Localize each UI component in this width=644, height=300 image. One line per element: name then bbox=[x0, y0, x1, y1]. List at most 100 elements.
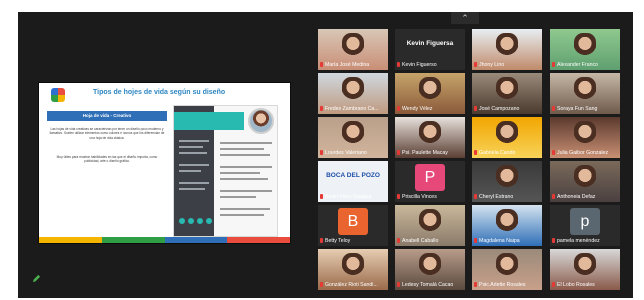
resume-text-line bbox=[220, 190, 272, 192]
participant-name: Julia Gaibor Gonzalez bbox=[552, 149, 619, 157]
muted-mic-icon bbox=[474, 62, 477, 67]
participant-tile[interactable]: Jhony Lino bbox=[472, 29, 542, 70]
resume-text-line bbox=[220, 142, 272, 144]
participant-tile[interactable]: Psic.Arlette Rosales bbox=[472, 249, 542, 290]
participant-video bbox=[419, 209, 441, 235]
participant-tile[interactable]: Magdalena Naipa bbox=[472, 205, 542, 246]
muted-mic-icon bbox=[320, 238, 323, 243]
participant-name: Soraya Fun Sang bbox=[552, 105, 619, 113]
participant-video bbox=[574, 165, 596, 191]
participant-tile[interactable]: p pamela menéndez bbox=[550, 205, 620, 246]
participant-name-text: Psi. Paulette Macay bbox=[402, 150, 448, 156]
muted-mic-icon bbox=[474, 150, 477, 155]
participant-tile[interactable]: B Betty Teloy bbox=[318, 205, 388, 246]
participant-name-text: Psic.Arlette Rosales bbox=[479, 282, 526, 288]
resume-example bbox=[173, 105, 278, 237]
participant-tile[interactable]: Gabriela Cando bbox=[472, 117, 542, 158]
participant-tile[interactable]: BOCA DEL POZO Kevin Piero Guagua bbox=[318, 161, 388, 202]
color-bar-segment bbox=[39, 237, 102, 243]
resume-text-line bbox=[179, 146, 203, 148]
zoom-window: ⌃ Tipos de hojes de vida según su diseño… bbox=[0, 0, 644, 300]
muted-mic-icon bbox=[474, 238, 477, 243]
participant-video bbox=[496, 121, 518, 147]
muted-mic-icon bbox=[397, 238, 400, 243]
participant-tile[interactable]: Anthoneia Defaz bbox=[550, 161, 620, 202]
participant-name: Priscilla Vinces bbox=[397, 193, 464, 201]
resume-text-line bbox=[220, 148, 264, 150]
pencil-icon[interactable] bbox=[32, 274, 41, 283]
participant-name-text: Betty Teloy bbox=[325, 238, 351, 244]
participant-name-text: Anthoneia Defaz bbox=[557, 194, 596, 200]
muted-mic-icon bbox=[320, 194, 323, 199]
participant-name-text: María José Medina bbox=[325, 62, 370, 68]
participant-name-text: Lourdes Valeriano bbox=[325, 150, 367, 156]
participant-video bbox=[574, 77, 596, 103]
resume-skill-dot bbox=[206, 218, 212, 224]
shared-screen[interactable]: Tipos de hojes de vida según su diseño H… bbox=[38, 82, 291, 244]
resume-text-line bbox=[179, 152, 207, 154]
participant-name-text: Magdalena Naipa bbox=[479, 238, 520, 244]
participant-name-text: Gabriela Cando bbox=[479, 150, 516, 156]
participant-video bbox=[342, 33, 364, 59]
participant-name: Magdalena Naipa bbox=[474, 237, 541, 245]
participant-tile[interactable]: José Campozano bbox=[472, 73, 542, 114]
muted-mic-icon bbox=[552, 238, 555, 243]
muted-mic-icon bbox=[320, 62, 323, 67]
participant-tile[interactable]: González Rioti Sandi... bbox=[318, 249, 388, 290]
participant-label: BOCA DEL POZO bbox=[326, 172, 380, 179]
participant-name-text: Julia Gaibor Gonzalez bbox=[557, 150, 609, 156]
participant-tile[interactable]: Lourdes Valeriano bbox=[318, 117, 388, 158]
participant-name-text: Kevin Figuerso bbox=[402, 62, 437, 68]
participant-name-text: Wendy Vélez bbox=[402, 106, 433, 112]
participant-video bbox=[342, 253, 364, 279]
resume-text-line bbox=[179, 170, 201, 172]
muted-mic-icon bbox=[552, 282, 555, 287]
participant-tile[interactable]: Julia Gaibor Gonzalez bbox=[550, 117, 620, 158]
resume-text-line bbox=[179, 188, 205, 190]
participant-tile[interactable]: P Priscilla Vinces bbox=[395, 161, 465, 202]
participant-label: Kevin Figuersa bbox=[406, 40, 454, 47]
participant-avatar: p bbox=[570, 208, 600, 235]
participant-video bbox=[574, 253, 596, 279]
participant-name: González Rioti Sandi... bbox=[320, 281, 387, 289]
muted-mic-icon bbox=[320, 282, 323, 287]
participant-tile[interactable]: Kevin Figuersa Kevin Figuerso bbox=[395, 29, 465, 70]
chevron-up-icon[interactable]: ⌃ bbox=[451, 12, 479, 24]
resume-skill-dot bbox=[188, 218, 194, 224]
participant-name-text: González Rioti Sandi... bbox=[325, 282, 378, 288]
participant-name: Fredes Zambrano Ca... bbox=[320, 105, 387, 113]
participant-tile[interactable]: Fredes Zambrano Ca... bbox=[318, 73, 388, 114]
logo-icon bbox=[51, 88, 65, 102]
participant-video bbox=[496, 77, 518, 103]
participant-name-text: pamela menéndez bbox=[557, 238, 600, 244]
slide-color-bar bbox=[39, 237, 290, 243]
participant-tile[interactable]: El Lobo Rosales bbox=[550, 249, 620, 290]
participant-name-text: Jhony Lino bbox=[479, 62, 505, 68]
color-bar-segment bbox=[164, 237, 228, 243]
participant-avatar: B bbox=[338, 208, 368, 235]
muted-mic-icon bbox=[552, 194, 555, 199]
resume-text-line bbox=[179, 164, 209, 166]
participant-tile[interactable]: María José Medina bbox=[318, 29, 388, 70]
participant-tile[interactable]: Ledesy Tomalá Cacao bbox=[395, 249, 465, 290]
participant-name: Anthoneia Defaz bbox=[552, 193, 619, 201]
participant-video bbox=[496, 33, 518, 59]
muted-mic-icon bbox=[397, 150, 400, 155]
participant-tile[interactable]: Cheryl Estrano bbox=[472, 161, 542, 202]
participant-tile[interactable]: Soraya Fun Sang bbox=[550, 73, 620, 114]
muted-mic-icon bbox=[552, 150, 555, 155]
participant-name: Ledesy Tomalá Cacao bbox=[397, 281, 464, 289]
participant-tile[interactable]: Alexander Franco bbox=[550, 29, 620, 70]
resume-text-line bbox=[179, 182, 209, 184]
participant-name: Alexander Franco bbox=[552, 61, 619, 69]
resume-skill-dot bbox=[179, 218, 185, 224]
muted-mic-icon bbox=[397, 62, 400, 67]
participant-tile[interactable]: Anabell Caballo bbox=[395, 205, 465, 246]
muted-mic-icon bbox=[320, 106, 323, 111]
muted-mic-icon bbox=[474, 194, 477, 199]
color-bar-segment bbox=[101, 237, 165, 243]
muted-mic-icon bbox=[552, 62, 555, 67]
muted-mic-icon bbox=[397, 106, 400, 111]
participant-tile[interactable]: Wendy Vélez bbox=[395, 73, 465, 114]
participant-tile[interactable]: Psi. Paulette Macay bbox=[395, 117, 465, 158]
